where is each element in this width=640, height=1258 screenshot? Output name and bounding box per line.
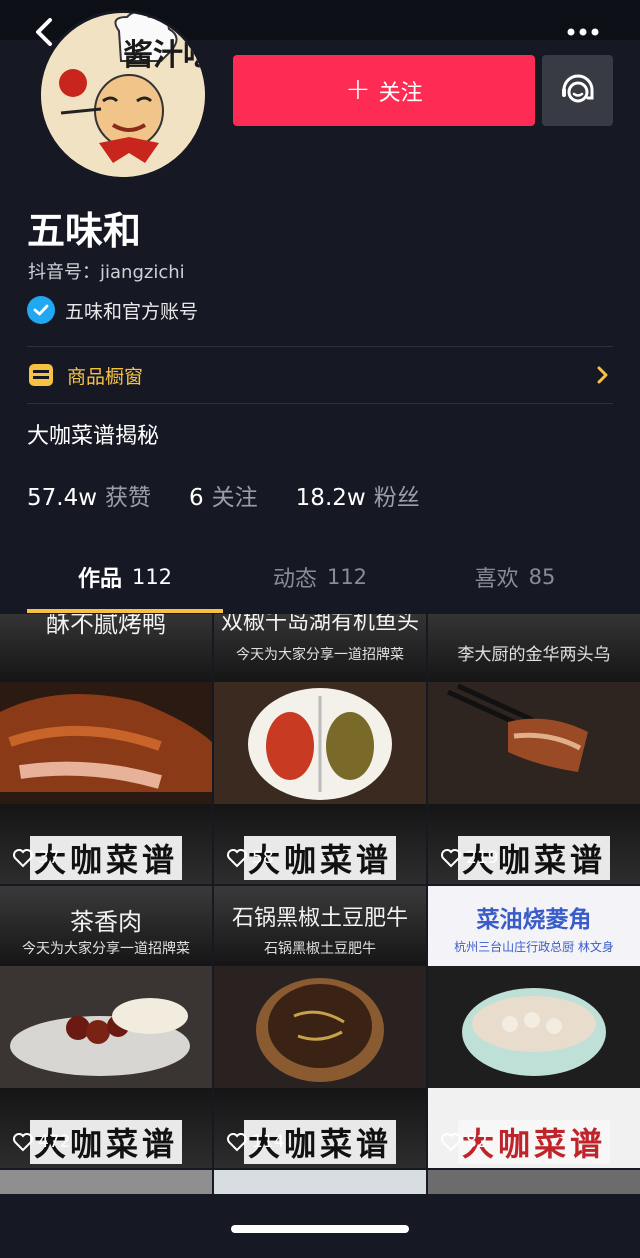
video-subtitle: 今天为大家分享一道招牌菜 (236, 647, 404, 663)
tab-count: 85 (528, 565, 556, 589)
stone-pot-beef-photo (214, 966, 426, 1088)
thumbnail-footer: 大咖菜谱 114 (214, 1088, 426, 1168)
tab-count: 112 (326, 565, 368, 589)
profile-name: 五味和 (27, 209, 142, 253)
video-subtitle: 杭州三台山庄行政总厨 林文身 (454, 940, 614, 954)
pork-chopsticks-photo (428, 682, 640, 804)
plus-icon: + (345, 71, 371, 107)
shop-window-link[interactable]: 商品橱窗 (27, 350, 613, 400)
video-title: 双椒千岛湖有机鱼头 (220, 614, 419, 635)
like-count-text: 82 (466, 1132, 488, 1152)
video-thumbnail[interactable] (214, 1170, 426, 1194)
thumbnail-footer: 大咖菜谱 37 (0, 804, 212, 884)
verified-row: 五味和官方账号 (27, 296, 198, 324)
video-thumbnail[interactable]: 酥不腻烤鸭 大咖菜谱 37 (0, 614, 212, 884)
shop-icon (29, 364, 53, 386)
video-thumbnail[interactable]: 李大厨的金华两头乌 大咖菜谱 219 (428, 614, 640, 884)
stat-number: 18.2w (295, 485, 366, 511)
like-count: 114 (226, 1132, 284, 1152)
stat-number: 57.4w (27, 485, 98, 511)
verified-check-icon (27, 296, 55, 324)
like-count-text: 219 (466, 848, 499, 868)
stat-number: 6 (189, 485, 204, 511)
douyin-id: 抖音号：jiangzichi (28, 262, 185, 283)
thumbnail-footer: 大咖菜谱 472 (0, 1088, 212, 1168)
like-count: 37 (12, 848, 60, 868)
profile-bio: 大咖菜谱揭秘 (27, 424, 160, 449)
video-thumbnail[interactable]: 石锅黑椒土豆肥牛 石锅黑椒土豆肥牛 大咖菜谱 114 (214, 886, 426, 1168)
video-title: 菜油烧菱角 (476, 907, 592, 933)
tab-likes[interactable]: 喜欢 85 (417, 545, 613, 609)
thumbnail-footer: 大咖菜谱 58 (214, 804, 426, 884)
follow-label: 关注 (378, 80, 423, 106)
heart-icon (13, 1133, 33, 1152)
heart-icon (441, 849, 461, 868)
video-thumbnail[interactable] (0, 1170, 212, 1194)
thumbnail-footer: 大咖菜谱 82 (428, 1088, 640, 1168)
video-grid: 酥不腻烤鸭 大咖菜谱 37 双椒千岛湖有机鱼头 今天为大家分享一道招牌菜 大咖菜… (0, 614, 640, 1194)
heart-icon (227, 1133, 247, 1152)
shop-label: 商品橱窗 (67, 365, 144, 388)
home-indicator[interactable] (231, 1225, 409, 1233)
tea-pork-photo (0, 966, 212, 1088)
verified-label: 五味和官方账号 (65, 300, 199, 323)
stat-label: 粉丝 (373, 485, 420, 511)
stat-label: 关注 (211, 485, 258, 511)
stat-likes[interactable]: 57.4w 获赞 (27, 478, 151, 512)
video-thumbnail[interactable]: 菜油烧菱角 杭州三台山庄行政总厨 林文身 大咖菜谱 82 (428, 886, 640, 1168)
video-subtitle: 石锅黑椒土豆肥牛 (264, 941, 376, 957)
profile-tabs: 作品 112 动态 112 喜欢 85 (0, 545, 640, 613)
video-title: 茶香肉 (70, 908, 142, 936)
stat-label: 获赞 (105, 485, 152, 511)
like-count: 58 (226, 848, 274, 868)
like-count: 82 (440, 1132, 488, 1152)
like-count-text: 37 (38, 848, 60, 868)
thumbnail-footer: 大咖菜谱 219 (428, 804, 640, 884)
like-count-text: 58 (252, 848, 274, 868)
tab-label: 喜欢 (474, 567, 519, 592)
divider (27, 346, 613, 347)
chevron-right-icon (597, 366, 608, 384)
fish-head-photo (214, 682, 426, 804)
tab-works[interactable]: 作品 112 (27, 545, 223, 609)
video-title: 酥不腻烤鸭 (46, 614, 166, 638)
heart-icon (227, 849, 247, 868)
avatar[interactable]: 酱汁吃 (38, 10, 208, 180)
divider (27, 403, 613, 404)
stats-row: 57.4w 获赞 6 关注 18.2w 粉丝 (27, 478, 420, 512)
heart-icon (441, 1133, 461, 1152)
stat-following[interactable]: 6 关注 (189, 478, 258, 512)
message-button[interactable] (542, 55, 613, 126)
like-count: 472 (12, 1132, 70, 1152)
tab-count: 112 (131, 565, 173, 589)
like-count-text: 472 (38, 1132, 71, 1152)
video-thumbnail[interactable] (428, 1170, 640, 1194)
like-count-text: 114 (252, 1132, 285, 1152)
stat-followers[interactable]: 18.2w 粉丝 (296, 478, 420, 512)
video-thumbnail[interactable]: 双椒千岛湖有机鱼头 今天为大家分享一道招牌菜 大咖菜谱 58 (214, 614, 426, 884)
chef-logo-icon: 酱汁吃 (41, 13, 205, 177)
video-thumbnail[interactable]: 茶香肉 今天为大家分享一道招牌菜 大咖菜谱 472 (0, 886, 212, 1168)
tab-label: 动态 (272, 567, 317, 592)
avatar-logo-text: 酱汁吃 (123, 38, 205, 73)
roast-duck-photo (0, 682, 212, 804)
message-smile-icon (561, 74, 593, 102)
like-count: 219 (440, 848, 498, 868)
active-tab-indicator (27, 609, 223, 613)
heart-icon (13, 849, 33, 868)
water-chestnut-photo (428, 966, 640, 1088)
video-subtitle: 李大厨的金华两头乌 (457, 645, 611, 665)
tab-updates[interactable]: 动态 112 (222, 545, 418, 609)
video-title: 石锅黑椒土豆肥牛 (231, 906, 408, 931)
more-options-icon[interactable] (566, 26, 600, 38)
video-subtitle: 今天为大家分享一道招牌菜 (22, 941, 190, 957)
tab-label: 作品 (77, 567, 122, 592)
follow-button[interactable]: + 关注 (233, 55, 535, 126)
